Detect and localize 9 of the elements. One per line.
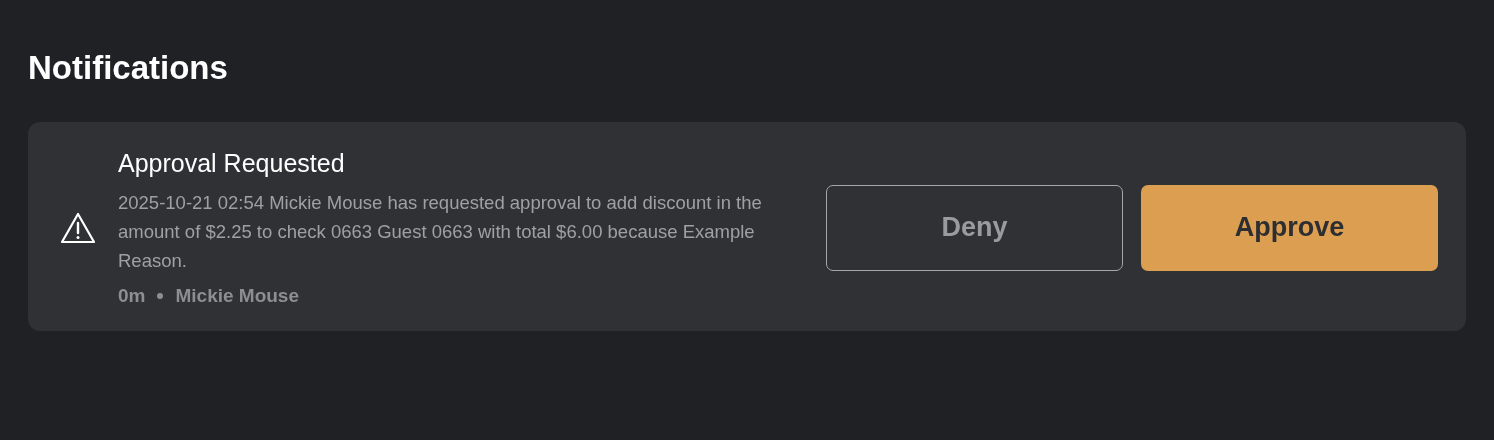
notification-time: 0m [118, 284, 146, 308]
deny-button[interactable]: Deny [826, 184, 1123, 271]
separator-dot [157, 293, 164, 299]
notification-message: 2025-10-21 02:54 Mickie Mouse has requested approval to add discount in the amount of $2.25 to check 0663 Guest 0663 with total $6.00 because Example Reason. [118, 191, 763, 273]
notification-title: Approval Requested [118, 148, 346, 179]
approve-button[interactable]: Approve [1141, 184, 1438, 271]
notification-author: Mickie Mouse [175, 284, 299, 308]
page-title: Notifications [28, 48, 229, 88]
warning-icon [60, 211, 96, 244]
